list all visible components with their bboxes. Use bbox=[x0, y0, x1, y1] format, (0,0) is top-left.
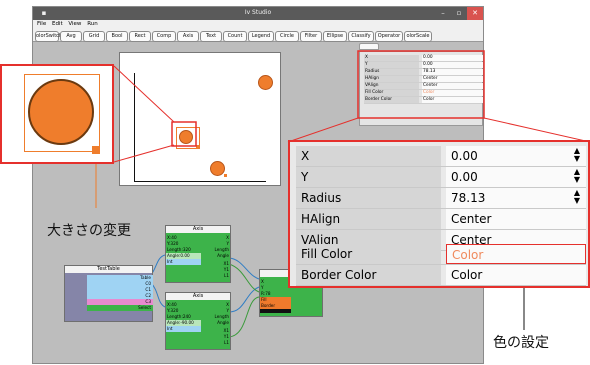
zoom-prop-row-radius: Radius 78.13 ▲ ▼ bbox=[296, 188, 586, 209]
zoom-prop-row-border-color: Border Color Color bbox=[296, 265, 586, 286]
zoomed-resize-handle bbox=[92, 146, 100, 154]
annotation-size-change: 大きさの変更 bbox=[47, 223, 131, 239]
spinner-arrows-icon[interactable]: ▲ ▼ bbox=[574, 189, 580, 205]
property-panel-zoomed: X 0.00 ▲ ▼ Y 0.00 ▲ ▼ Radius 78.13 ▲ ▼ HAlign Cent… bbox=[288, 140, 590, 288]
zoom-prop-row-x: X 0.00 ▲ ▼ bbox=[296, 146, 586, 167]
zoom-callout-circle bbox=[0, 64, 114, 164]
zoomed-circle-mark bbox=[28, 79, 94, 145]
annotation-color-setting: 色の設定 bbox=[493, 335, 549, 351]
zoom-prop-row-y: Y 0.00 ▲ ▼ bbox=[296, 167, 586, 188]
zoom-prop-row-halign: HAlign Center bbox=[296, 209, 586, 230]
zoom-prop-row-fill-color: Fill Color Color bbox=[296, 244, 586, 265]
spinner-arrows-icon[interactable]: ▲ ▼ bbox=[574, 147, 580, 163]
spinner-arrows-icon[interactable]: ▲ ▼ bbox=[574, 168, 580, 184]
